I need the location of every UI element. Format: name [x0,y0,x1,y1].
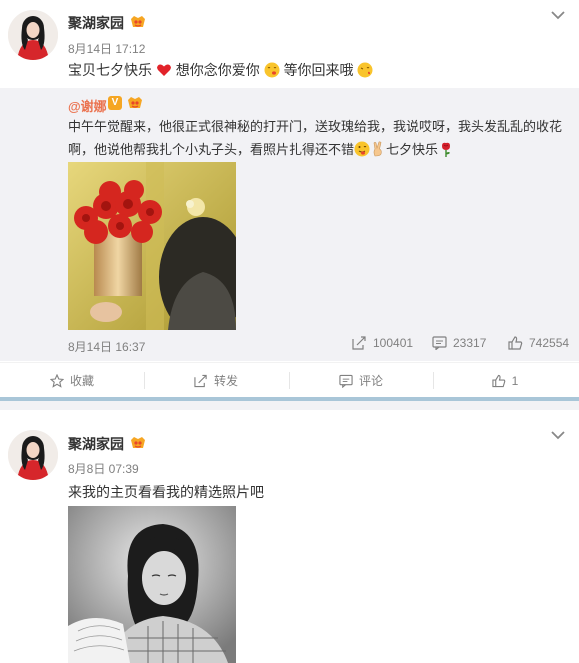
forward-icon [194,374,207,387]
repost-text-tail: 七夕快乐 [386,142,439,157]
like-count-label: 742554 [529,336,570,350]
repost-card: @谢娜 V 中午午觉醒来，他很正式很神秘的打开门，送玫瑰给我，我说哎呀，我头发乱… [0,88,579,361]
vip-badge-icon[interactable] [129,15,147,29]
forward-label: 转发 [213,374,238,388]
vip-badge-icon[interactable] [126,96,144,110]
post-text: 宝贝七夕快乐 想你念你爱你 等你回来哦 [68,60,373,80]
kiss-emoji-icon [357,62,373,78]
post-timestamp[interactable]: 8月8日 07:39 [68,460,139,477]
repost-author[interactable]: @谢娜 [68,96,107,115]
avatar[interactable] [8,10,58,60]
repost-text: 中午午觉醒来，他很正式很神秘的打开门，送玫瑰给我，我说哎呀，我头发乱乱的收花啊，… [68,115,568,161]
reading-girl-photo-image [68,506,236,663]
comment-icon [339,374,353,388]
star-icon [49,373,64,388]
like-button[interactable]: 1 [433,363,577,398]
like-count: 1 [511,373,519,388]
rose-emoji-icon [442,142,451,157]
username[interactable]: 聚湖家园 [68,434,124,454]
tongue-emoji-icon [354,141,370,157]
feed-post: 聚湖家园 8月14日 17:12 宝贝七夕快乐 想你念你爱你 等你回来哦 @谢娜… [0,0,579,397]
repost-forward-count[interactable]: 100401 [352,336,413,350]
repost-like-count[interactable]: 742554 [508,336,569,350]
heart-emoji-icon [157,64,171,76]
chevron-down-icon[interactable] [551,430,565,440]
post-photo[interactable] [68,506,236,663]
forward-button[interactable]: 转发 [144,363,288,398]
thumbs-up-icon [492,374,505,387]
vip-badge-icon[interactable] [129,436,147,450]
chevron-down-icon[interactable] [551,10,565,20]
post-text-part: 想你念你爱你 [175,62,260,78]
avatar-image [8,430,58,480]
forward-icon [352,336,366,350]
comment-label: 评论 [358,374,383,388]
roses-photo-image [68,162,236,330]
username[interactable]: 聚湖家园 [68,13,124,33]
repost-text-body: 中午午觉醒来，他很正式很神秘的打开门，送玫瑰给我，我说哎呀，我头发乱乱的收花啊，… [68,119,563,157]
post-separator [0,397,579,410]
repost-photo[interactable] [68,162,236,330]
comment-button[interactable]: 评论 [289,363,433,398]
favorite-button[interactable]: 收藏 [0,363,144,398]
feed-post: 聚湖家园 8月8日 07:39 来我的主页看看我的精选照片吧 [0,410,579,663]
post-timestamp[interactable]: 8月14日 17:12 [68,40,145,57]
comment-count-label: 23317 [453,336,487,350]
repost-comment-count[interactable]: 23317 [432,336,486,350]
kiss-emoji-icon [264,62,280,78]
post-text: 来我的主页看看我的精选照片吧 [68,484,264,500]
favorite-label: 收藏 [69,374,94,388]
comment-icon [432,336,447,350]
post-action-bar: 收藏 转发 评论 1 [0,362,579,397]
victory-hand-icon [373,141,382,157]
post-text-part: 宝贝七夕快乐 [68,62,152,78]
repost-timestamp[interactable]: 8月14日 16:37 [68,338,145,355]
avatar[interactable] [8,430,58,480]
forward-count-label: 100401 [373,336,414,350]
thumbs-up-icon [508,336,523,350]
post-text-part: 等你回来哦 [283,62,354,78]
avatar-image [8,10,58,60]
verified-v-icon: V [108,96,122,110]
